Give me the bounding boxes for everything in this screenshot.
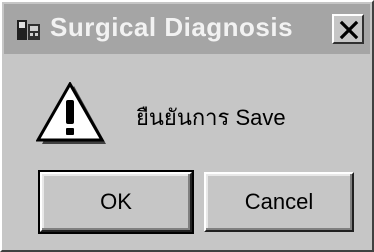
cancel-button[interactable]: Cancel xyxy=(204,172,354,232)
app-icon xyxy=(16,18,42,42)
warning-icon xyxy=(35,80,108,148)
dialog-window: Surgical Diagnosis ยืนยันการ Save OK Can… xyxy=(0,0,374,252)
close-icon xyxy=(339,20,359,40)
ok-button[interactable]: OK xyxy=(38,170,194,234)
close-button[interactable] xyxy=(332,14,364,44)
confirm-message: ยืนยันการ Save xyxy=(136,105,286,130)
window-title: Surgical Diagnosis xyxy=(50,12,294,42)
title-bar[interactable]: Surgical Diagnosis xyxy=(4,4,370,54)
